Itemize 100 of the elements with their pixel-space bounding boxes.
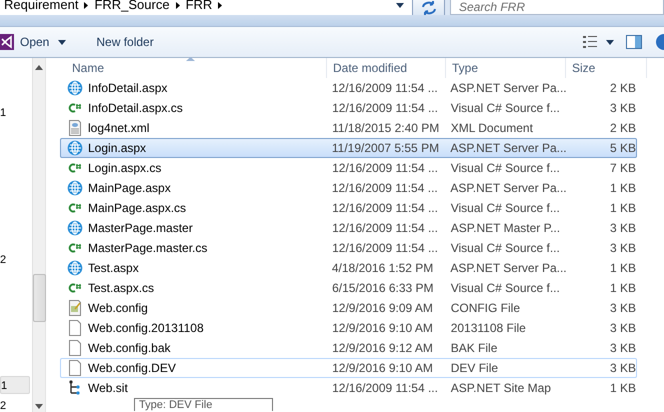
date-modified: 12/9/2016 9:10 AM bbox=[331, 321, 434, 335]
scroll-up-arrow-icon[interactable] bbox=[35, 65, 43, 70]
file-type: Visual C# Source f... bbox=[450, 101, 561, 115]
nav-item[interactable]: 1 bbox=[0, 376, 30, 394]
file-name: MainPage.aspx bbox=[87, 181, 172, 195]
column-header[interactable]: Name bbox=[66, 58, 327, 78]
file-row[interactable]: Login.aspx 11/19/2007 5:55 PM ASP.NET Server Pa... 5 KB bbox=[60, 138, 637, 158]
globe-icon bbox=[67, 220, 83, 236]
new-folder-button[interactable]: New folder bbox=[90, 30, 160, 54]
file-row[interactable]: Test.aspx.cs 6/15/2016 6:33 PM Visual C# Source f... 1 KB bbox=[60, 278, 637, 298]
file-row[interactable]: MainPage.aspx 12/16/2009 11:54 ... ASP.NET Server Pa... 1 KB bbox=[60, 178, 637, 198]
chevron-icon[interactable] bbox=[84, 2, 88, 8]
column-header[interactable]: Type bbox=[446, 58, 566, 78]
file-row[interactable]: Web.config.20131108 12/9/2016 9:10 AM 20131108 File 3 KB bbox=[60, 318, 637, 338]
date-modified: 12/16/2009 11:54 ... bbox=[331, 161, 439, 175]
blank-file-icon bbox=[67, 340, 83, 356]
file-type: ASP.NET Site Map bbox=[450, 381, 552, 395]
date-modified: 12/9/2016 9:10 AM bbox=[331, 361, 434, 375]
file-row[interactable]: Web.config.bak 12/9/2016 9:12 AM BAK File 3 KB bbox=[60, 338, 637, 358]
file-size: 1 KB bbox=[608, 261, 636, 275]
file-name: Test.aspx.cs bbox=[87, 281, 156, 295]
file-name: Web.config bbox=[87, 301, 149, 315]
app-logo-icon bbox=[0, 34, 14, 50]
scroll-down-arrow-icon[interactable] bbox=[35, 404, 43, 409]
nav-item[interactable]: 2 bbox=[0, 251, 30, 269]
tooltip: Type: DEV File bbox=[134, 398, 274, 411]
file-row[interactable]: MasterPage.master 12/16/2009 11:54 ... ASP.NET Master P... 3 KB bbox=[60, 218, 637, 238]
date-modified: 6/15/2016 6:33 PM bbox=[331, 281, 435, 295]
file-type: Visual C# Source f... bbox=[450, 201, 561, 215]
file-name: Login.aspx bbox=[87, 141, 148, 155]
file-name: Web.config.20131108 bbox=[87, 321, 205, 335]
caret-icon bbox=[58, 40, 66, 44]
chevron-icon[interactable] bbox=[218, 2, 222, 8]
dropdown-icon[interactable] bbox=[396, 2, 404, 8]
date-modified: 12/16/2009 11:54 ... bbox=[331, 201, 439, 215]
help-icon bbox=[654, 34, 664, 50]
file-size: 3 KB bbox=[608, 241, 636, 255]
file-name: MasterPage.master bbox=[87, 221, 194, 235]
file-size: 3 KB bbox=[608, 301, 636, 315]
open-button[interactable]: Open bbox=[0, 30, 72, 54]
file-size: 5 KB bbox=[608, 141, 636, 155]
file-name: Web.config.DEV bbox=[87, 361, 177, 375]
chevron-icon[interactable] bbox=[176, 2, 180, 8]
nav-item[interactable]: 2 bbox=[0, 397, 30, 412]
file-name: Web.config.bak bbox=[87, 341, 172, 355]
date-modified: 12/16/2009 11:54 ... bbox=[331, 241, 439, 255]
file-name: InfoDetail.aspx.cs bbox=[87, 101, 184, 115]
blank-file-icon bbox=[67, 360, 83, 376]
file-size: 2 KB bbox=[608, 121, 636, 135]
globe-icon bbox=[67, 260, 83, 276]
file-row[interactable]: MasterPage.master.cs 12/16/2009 11:54 ... Visual C# Source f... 3 KB bbox=[60, 238, 637, 258]
globe-icon bbox=[67, 80, 83, 96]
file-row[interactable]: InfoDetail.aspx.cs 12/16/2009 11:54 ... Visual C# Source f... 3 KB bbox=[60, 98, 637, 118]
file-type: XML Document bbox=[450, 121, 534, 135]
globe-icon bbox=[67, 140, 83, 156]
file-size: 3 KB bbox=[608, 361, 636, 375]
file-name: MasterPage.master.cs bbox=[87, 241, 208, 255]
file-row[interactable]: InfoDetail.aspx 12/16/2009 11:54 ... ASP.NET Server Pa... 2 KB bbox=[60, 78, 637, 98]
file-row[interactable]: Web.config.DEV 12/9/2016 9:10 AM DEV File 3 KB bbox=[60, 358, 637, 378]
date-modified: 12/16/2009 11:54 ... bbox=[330, 81, 439, 95]
file-row[interactable]: log4net.xml 11/18/2015 2:40 PM XML Document 2 KB bbox=[60, 118, 637, 138]
list-view-icon bbox=[583, 36, 597, 48]
refresh-button[interactable] bbox=[413, 0, 445, 15]
file-name: Web.sit bbox=[87, 381, 129, 395]
file-size: 3 KB bbox=[608, 221, 636, 235]
file-row[interactable]: Web.sit 12/16/2009 11:54 ... ASP.NET Site Map 1 KB bbox=[60, 378, 637, 398]
file-type: Visual C# Source f... bbox=[450, 241, 561, 255]
file-name: log4net.xml bbox=[87, 121, 150, 135]
scrollbar-thumb[interactable] bbox=[32, 274, 46, 322]
file-size: 7 KB bbox=[608, 161, 636, 175]
file-size: 3 KB bbox=[608, 341, 636, 355]
column-header[interactable]: Date modified bbox=[327, 58, 446, 78]
file-size: 3 KB bbox=[608, 321, 636, 335]
file-size: 1 KB bbox=[608, 181, 636, 195]
file-row[interactable]: Test.aspx 4/18/2016 1:52 PM ASP.NET Server Pa... 1 KB bbox=[60, 258, 637, 278]
file-size: 1 KB bbox=[608, 381, 636, 395]
settings-file-icon bbox=[67, 300, 83, 316]
file-row[interactable]: MainPage.aspx.cs 12/16/2009 11:54 ... Visual C# Source f... 1 KB bbox=[60, 198, 637, 218]
date-modified: 11/18/2015 2:40 PM bbox=[331, 121, 440, 135]
file-name: Login.aspx.cs bbox=[87, 161, 162, 175]
nav-item[interactable]: 1 bbox=[0, 104, 30, 122]
file-row[interactable]: Web.config 12/9/2016 9:09 AM CONFIG File 3 KB bbox=[60, 298, 637, 318]
file-row[interactable]: Login.aspx.cs 12/16/2009 11:54 ... Visual C# Source f... 7 KB bbox=[60, 158, 637, 178]
file-name: MainPage.aspx.cs bbox=[87, 201, 188, 215]
date-modified: 12/16/2009 11:54 ... bbox=[330, 181, 439, 195]
file-type: Visual C# Source f... bbox=[450, 281, 561, 295]
date-modified: 12/9/2016 9:09 AM bbox=[331, 301, 434, 315]
file-type: ASP.NET Server Pa... bbox=[449, 141, 564, 155]
search-field[interactable]: Search FRR bbox=[450, 0, 664, 15]
document-icon bbox=[67, 120, 83, 136]
breadcrumb-item[interactable]: FRR bbox=[186, 0, 212, 13]
file-name: InfoDetail.aspx bbox=[87, 81, 168, 95]
column-header[interactable]: Size bbox=[566, 58, 647, 78]
breadcrumb-item[interactable]: FRR_Source bbox=[94, 0, 170, 13]
scrollbar[interactable] bbox=[32, 58, 46, 412]
blank-file-icon bbox=[67, 320, 83, 336]
file-type: DEV File bbox=[450, 361, 500, 375]
preview-pane-icon bbox=[626, 35, 642, 49]
file-type: ASP.NET Server Pa... bbox=[449, 261, 564, 275]
file-type: ASP.NET Master P... bbox=[450, 221, 562, 235]
